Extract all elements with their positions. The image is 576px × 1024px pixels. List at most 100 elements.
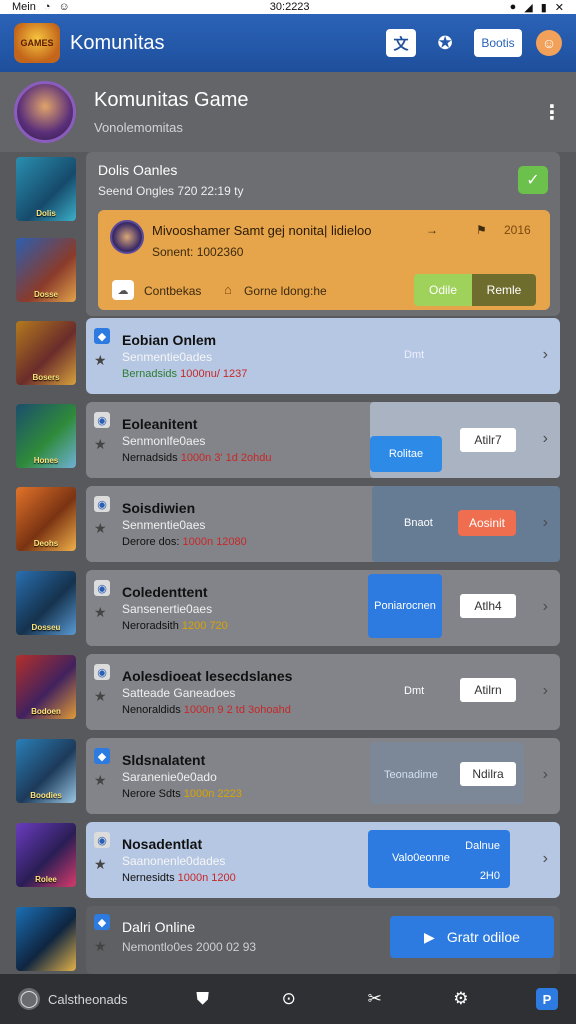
- game-thumb[interactable]: Dolis: [16, 157, 76, 221]
- nav-item-communities[interactable]: ◯ Calstheonads: [18, 988, 128, 1010]
- close-icon[interactable]: ✕: [555, 1, 564, 14]
- gift-icon: ⌂: [224, 282, 232, 297]
- shield-icon[interactable]: ⛊: [192, 988, 214, 1010]
- row-meta: Nerore Sdts 1000n 2223: [122, 788, 242, 800]
- check-icon[interactable]: ✓: [518, 166, 548, 194]
- list-item[interactable]: ◆ ★ Sldsnalatent Saranenie0e0ado Nerore …: [0, 738, 576, 820]
- camera-icon: ◉: [94, 580, 110, 596]
- tools-icon[interactable]: ✂: [364, 988, 386, 1010]
- notification-time: 2016: [504, 223, 531, 237]
- notification-sub: Sonent: 1002360: [152, 245, 244, 259]
- camera-icon: ◉: [94, 664, 110, 680]
- row-subtitle: Senmonlfe0aes: [122, 434, 206, 448]
- header-button[interactable]: Bootis: [474, 29, 522, 57]
- row-title: Aolesdioeat lesecdslanes: [122, 668, 293, 684]
- panel-bottom-text: 2H0: [479, 870, 500, 882]
- remle-button[interactable]: Remle: [472, 274, 536, 306]
- star-icon[interactable]: ★: [94, 772, 107, 789]
- row-button[interactable]: Atilrn: [460, 678, 516, 702]
- row-meta: Derore dos: 1000n 12080: [122, 536, 247, 548]
- row-button[interactable]: Atlh4: [460, 594, 516, 618]
- chevron-right-icon[interactable]: ›: [543, 514, 548, 532]
- bottom-nav: ◯ Calstheonads ⛊ ⊙ ✂ ⚙ P: [0, 974, 576, 1024]
- row-action-button[interactable]: Poniarocnen: [368, 574, 442, 638]
- translate-icon[interactable]: 文: [386, 29, 416, 57]
- carrier-label: Mein: [12, 1, 36, 13]
- row-action-panel[interactable]: Dalnue Valo0eonne 2H0: [368, 830, 510, 888]
- notification-chip-1[interactable]: Contbekas: [144, 284, 201, 298]
- page-title: Komunitas Game: [94, 89, 249, 111]
- list-item[interactable]: ◉ ★ Coledenttent Sansenertie0aes Nerorad…: [0, 570, 576, 652]
- more-icon[interactable]: ⋮: [542, 100, 562, 125]
- gear-icon[interactable]: ⚙: [450, 988, 472, 1010]
- camera-icon: ◉: [94, 412, 110, 428]
- chevron-right-icon[interactable]: ›: [543, 430, 548, 448]
- notification-title: Mivooshamer Samt gej nonita| lidieloo: [152, 223, 372, 238]
- time-icon: ⚑: [476, 223, 487, 237]
- game-thumb[interactable]: Dosse: [16, 238, 76, 302]
- app-title: Komunitas: [70, 31, 165, 54]
- list-item[interactable]: ◉ ★ Soisdiwien Senmentie0aes Derore dos:…: [0, 486, 576, 568]
- signal-icon: ◢: [524, 1, 533, 14]
- row-button[interactable]: Aosinit: [458, 510, 516, 536]
- notification-chip-2[interactable]: Gorne ldong:he: [244, 284, 327, 298]
- row-button[interactable]: Ndilra: [460, 762, 516, 786]
- monkey-icon[interactable]: ☺: [536, 30, 562, 56]
- chevron-right-icon[interactable]: ›: [543, 766, 548, 784]
- row-title: Sldsnalatent: [122, 752, 206, 768]
- star-icon[interactable]: ★: [94, 856, 107, 873]
- row-title: Eobian Onlem: [122, 332, 217, 348]
- chevron-right-icon[interactable]: ›: [543, 346, 548, 364]
- play-icon: ▶: [424, 928, 435, 945]
- camera-icon: ◉: [94, 832, 110, 848]
- record-icon: ●: [509, 1, 517, 13]
- row-subtitle: Senmentie0aes: [122, 518, 206, 532]
- row-title: Soisdiwien: [122, 500, 196, 516]
- star-icon[interactable]: ★: [94, 688, 107, 705]
- battery-icon: ▮: [540, 1, 547, 14]
- chat-icon: ◆: [94, 748, 110, 764]
- star-icon[interactable]: ★: [94, 938, 107, 955]
- row-meta: Neroradsith 1200 720: [122, 620, 228, 632]
- list-item[interactable]: ◉ ★ Eoleanitent Senmonlfe0aes Nernadsids…: [0, 402, 576, 484]
- community-avatar[interactable]: [14, 81, 76, 143]
- row-panel-text: Teonadime: [384, 769, 438, 781]
- row-meta: Nernesidts 1000n 1200: [122, 872, 236, 884]
- primary-action-button[interactable]: ▶ Gratr odiloe: [390, 916, 554, 958]
- star-icon[interactable]: ★: [94, 520, 107, 537]
- star-icon[interactable]: ★: [94, 604, 107, 621]
- featured-card[interactable]: Dolis Oanles Seend Ongles 720 22:19 ty ✓…: [86, 152, 560, 316]
- row-panel-text: Dmt: [404, 685, 425, 697]
- panel-text: Valo0eonne: [392, 852, 450, 864]
- list-item[interactable]: ◆ ★ Eobian Onlem Senmentie0ades Bernadsi…: [0, 318, 576, 400]
- download-icon[interactable]: ⊙: [278, 988, 300, 1010]
- star-icon[interactable]: ★: [94, 436, 107, 453]
- row-title: Nosadentlat: [122, 836, 203, 852]
- page-subtitle: Vonolemomitas: [94, 120, 183, 135]
- chat-icon: ◆: [94, 328, 110, 344]
- notification-card[interactable]: Mivooshamer Samt gej nonita| lidieloo → …: [98, 210, 550, 310]
- list-item[interactable]: ◉ ★ Aolesdioeat lesecdslanes Satteade Ga…: [0, 654, 576, 736]
- row-title: Eoleanitent: [122, 416, 198, 432]
- row-meta: Bernadsids 1000nu/ 1237: [122, 368, 248, 380]
- row-button[interactable]: Atilr7: [460, 428, 516, 452]
- odile-button[interactable]: Odile: [414, 274, 472, 306]
- notification-avatar: [110, 220, 144, 254]
- wifi-icon: ◔: [43, 1, 51, 13]
- pokeball-icon[interactable]: ✪: [430, 29, 460, 57]
- panel-top-text: Dalnue: [465, 840, 500, 852]
- star-icon[interactable]: ★: [94, 352, 107, 369]
- notification-icon: ☺: [58, 1, 70, 13]
- chevron-right-icon[interactable]: ›: [543, 598, 548, 616]
- row-action-button[interactable]: Rolitae: [370, 436, 442, 472]
- primary-action-label: Gratr odiloe: [446, 929, 520, 945]
- chevron-right-icon[interactable]: ›: [543, 850, 548, 868]
- row-subtitle: Senmentie0ades: [122, 350, 213, 364]
- chat-icon: ◆: [94, 914, 110, 930]
- row-subtitle: Nemontlo0es 2000 02 93: [122, 940, 257, 954]
- chevron-right-icon[interactable]: ›: [543, 682, 548, 700]
- camera-icon: ◉: [94, 496, 110, 512]
- p-badge-icon[interactable]: P: [535, 988, 558, 1010]
- row-subtitle: Saanonenle0dades: [122, 854, 226, 868]
- list-item[interactable]: ◉ ★ Nosadentlat Saanonenle0dades Nernesi…: [0, 822, 576, 904]
